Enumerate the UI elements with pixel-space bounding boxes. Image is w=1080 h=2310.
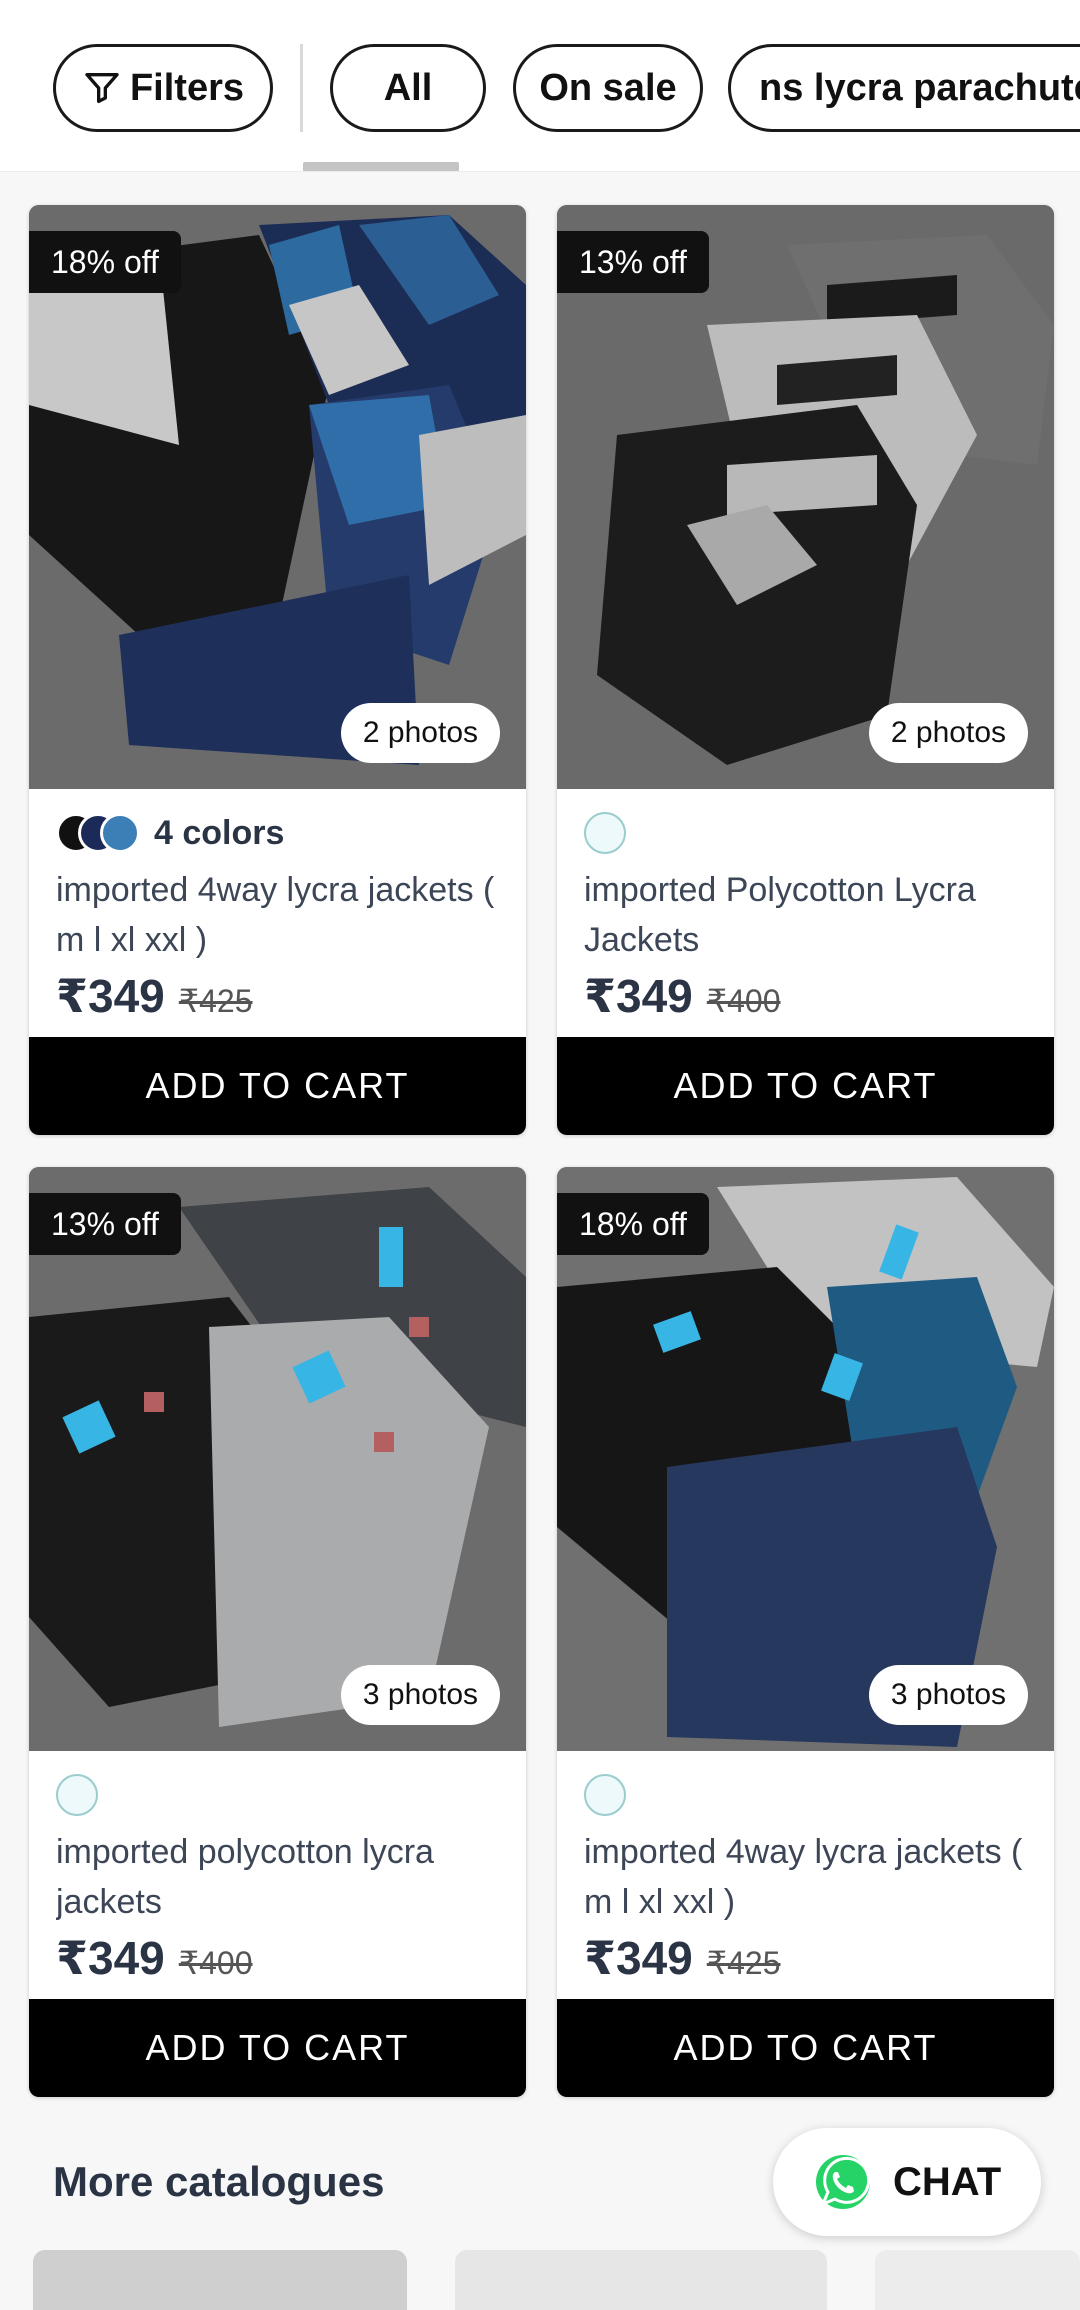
original-price: ₹425 — [178, 983, 253, 1019]
product-info: 4 colors imported 4way lycra jackets ( m… — [29, 789, 526, 1037]
photos-count: 2 photos — [868, 703, 1028, 763]
price: ₹349 — [584, 1932, 693, 1984]
chip-scroll-indicator — [303, 162, 459, 171]
product-card[interactable]: 13% off 2 photos imported Polycotton Lyc… — [557, 205, 1054, 1135]
product-card[interactable]: 18% off 2 photos 4 colors imported 4way … — [29, 205, 526, 1135]
chip-lycra-parachute[interactable]: ns lycra parachute — [728, 44, 1080, 132]
photos-count: 3 photos — [340, 1665, 500, 1725]
product-card[interactable]: 13% off 3 photos imported polycotton lyc… — [29, 1167, 526, 2097]
product-info: imported Polycotton Lycra Jackets ₹349 ₹… — [557, 789, 1054, 1037]
price-row: ₹349 ₹400 — [584, 969, 1027, 1023]
photos-count: 2 photos — [340, 703, 500, 763]
add-to-cart-button[interactable]: ADD TO CART — [557, 1999, 1054, 2097]
whatsapp-icon — [816, 2155, 871, 2209]
product-image[interactable]: 13% off 3 photos — [29, 1167, 526, 1751]
more-catalogues-heading: More catalogues — [53, 2158, 385, 2205]
color-swatch — [584, 812, 626, 854]
price-row: ₹349 ₹425 — [56, 969, 499, 1023]
product-title[interactable]: imported Polycotton Lycra Jackets — [584, 865, 1027, 965]
product-card[interactable]: 18% off 3 photos imported 4way lycra jac… — [557, 1167, 1054, 2097]
product-info: imported polycotton lycra jackets ₹349 ₹… — [29, 1751, 526, 1999]
color-swatches[interactable] — [584, 1771, 1027, 1819]
color-swatches[interactable] — [584, 809, 1027, 857]
filter-divider — [300, 44, 303, 132]
discount-badge: 18% off — [29, 231, 181, 293]
price: ₹349 — [56, 1932, 165, 1984]
photos-count: 3 photos — [868, 1665, 1028, 1725]
add-to-cart-button[interactable]: ADD TO CART — [29, 1037, 526, 1135]
discount-badge: 13% off — [29, 1193, 181, 1255]
color-swatch — [56, 1774, 98, 1816]
color-swatch — [584, 1774, 626, 1816]
chat-button[interactable]: CHAT — [773, 2128, 1041, 2236]
colors-count: 4 colors — [154, 813, 285, 852]
chip-all[interactable]: All — [330, 44, 486, 132]
discount-badge: 13% off — [557, 231, 709, 293]
original-price: ₹400 — [706, 983, 781, 1019]
price: ₹349 — [56, 970, 165, 1022]
original-price: ₹425 — [706, 1945, 781, 1981]
product-title[interactable]: imported 4way lycra jackets ( m l xl xxl… — [584, 1827, 1027, 1927]
product-title[interactable]: imported 4way lycra jackets ( m l xl xxl… — [56, 865, 499, 965]
filter-icon — [85, 73, 119, 104]
filters-button[interactable]: Filters — [53, 44, 273, 132]
filter-bar: Filters All On sale ns lycra parachute — [0, 0, 1080, 172]
price: ₹349 — [584, 970, 693, 1022]
add-to-cart-button[interactable]: ADD TO CART — [557, 1037, 1054, 1135]
filters-label: Filters — [129, 66, 245, 109]
product-title[interactable]: imported polycotton lycra jackets — [56, 1827, 499, 1927]
chat-label: CHAT — [893, 2159, 1002, 2204]
catalogue-thumbnail[interactable] — [875, 2250, 1080, 2310]
color-swatches[interactable]: 4 colors — [56, 809, 499, 857]
discount-badge: 18% off — [557, 1193, 709, 1255]
price-row: ₹349 ₹425 — [584, 1931, 1027, 1985]
product-image[interactable]: 18% off 2 photos — [29, 205, 526, 789]
color-swatch — [100, 813, 140, 853]
price-row: ₹349 ₹400 — [56, 1931, 499, 1985]
catalogue-thumbnail[interactable] — [33, 2250, 407, 2310]
product-image[interactable]: 18% off 3 photos — [557, 1167, 1054, 1751]
product-info: imported 4way lycra jackets ( m l xl xxl… — [557, 1751, 1054, 1999]
original-price: ₹400 — [178, 1945, 253, 1981]
add-to-cart-button[interactable]: ADD TO CART — [29, 1999, 526, 2097]
product-image[interactable]: 13% off 2 photos — [557, 205, 1054, 789]
chip-on-sale[interactable]: On sale — [513, 44, 703, 132]
color-swatches[interactable] — [56, 1771, 499, 1819]
catalogue-thumbnail[interactable] — [455, 2250, 827, 2310]
